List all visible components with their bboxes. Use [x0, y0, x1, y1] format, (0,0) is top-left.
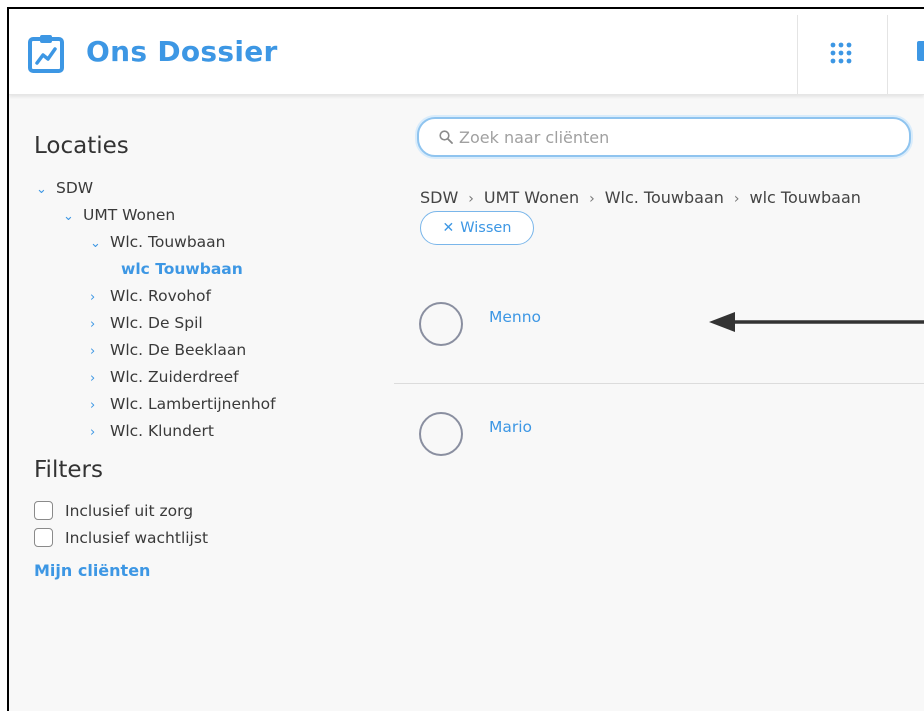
breadcrumb-separator-icon: › — [589, 191, 595, 207]
breadcrumb-separator-icon: › — [468, 191, 474, 207]
tree-item-label: Wlc. Rovohof — [110, 287, 211, 305]
client-name[interactable]: Menno — [489, 308, 541, 326]
chevron-right-icon: › — [90, 344, 96, 359]
tree-item-umt-wonen[interactable]: ⌄ UMT Wonen — [63, 206, 175, 224]
header-divider — [797, 15, 798, 94]
app-frame: Ons Dossier Locaties ⌄ SDW ⌄ UMT Wonen ⌄ Wl… — [7, 7, 924, 711]
chevron-down-icon: ⌄ — [36, 182, 47, 197]
header-divider — [887, 15, 888, 94]
close-icon: ✕ — [442, 220, 455, 236]
breadcrumb-item[interactable]: wlc Touwbaan — [750, 188, 861, 207]
search-icon — [439, 130, 453, 144]
locations-heading: Locaties — [34, 133, 129, 159]
search-input[interactable] — [457, 127, 901, 148]
chevron-right-icon: › — [90, 371, 96, 386]
avatar — [419, 302, 463, 346]
client-row[interactable]: Mario — [394, 389, 924, 489]
tree-item-label: SDW — [56, 179, 94, 197]
tree-item-label: Wlc. Touwbaan — [110, 233, 226, 251]
clear-button-label: Wissen — [460, 220, 512, 236]
tree-item-wlc-touwbaan[interactable]: wlc Touwbaan — [121, 260, 243, 278]
search-box[interactable] — [417, 117, 911, 157]
tree-item-label: wlc Touwbaan — [121, 260, 243, 278]
client-name[interactable]: Mario — [489, 418, 532, 436]
user-menu-icon[interactable] — [917, 41, 924, 61]
filter-inclusief-wachtlijst[interactable]: Inclusief wachtlijst — [34, 528, 208, 547]
chevron-down-icon: ⌄ — [63, 209, 74, 224]
tree-item-wlc-touwbaan-group[interactable]: ⌄ Wlc. Touwbaan — [90, 233, 226, 251]
checkbox-label: Inclusief uit zorg — [65, 502, 194, 520]
breadcrumb-item[interactable]: UMT Wonen — [484, 188, 579, 207]
breadcrumb-item[interactable]: SDW — [420, 188, 458, 207]
clear-filter-button[interactable]: ✕ Wissen — [420, 211, 534, 245]
tree-item-label: UMT Wonen — [83, 206, 176, 224]
checkbox-label: Inclusief wachtlijst — [65, 529, 209, 547]
chevron-right-icon: › — [90, 425, 96, 440]
breadcrumb-item[interactable]: Wlc. Touwbaan — [605, 188, 724, 207]
clipboard-chart-icon[interactable] — [27, 33, 65, 73]
checkbox[interactable] — [34, 501, 53, 520]
tree-item-lambertijnenhof[interactable]: › Wlc. Lambertijnenhof — [90, 395, 276, 413]
annotation-arrow-icon — [709, 312, 924, 332]
tree-item-de-spil[interactable]: › Wlc. De Spil — [90, 314, 203, 332]
checkbox[interactable] — [34, 528, 53, 547]
avatar — [419, 412, 463, 456]
breadcrumb: SDW › UMT Wonen › Wlc. Touwbaan › wlc Touwbaan — [420, 188, 861, 207]
chevron-right-icon: › — [90, 290, 96, 305]
my-clients-link[interactable]: Mijn cliënten — [34, 561, 150, 580]
app-title[interactable]: Ons Dossier — [86, 35, 278, 68]
tree-item-rovohof[interactable]: › Wlc. Rovohof — [90, 287, 211, 305]
tree-item-zuiderdreef[interactable]: › Wlc. Zuiderdreef — [90, 368, 239, 386]
grid-apps-icon[interactable] — [827, 39, 855, 67]
tree-item-label: Wlc. Lambertijnenhof — [110, 395, 276, 413]
tree-item-klundert[interactable]: › Wlc. Klundert — [90, 422, 214, 440]
tree-item-label: Wlc. Klundert — [110, 422, 214, 440]
tree-item-label: Wlc. De Beeklaan — [110, 341, 247, 359]
filters-heading: Filters — [34, 457, 103, 483]
tree-item-sdw[interactable]: ⌄ SDW — [36, 179, 93, 197]
breadcrumb-separator-icon: › — [733, 191, 740, 207]
app-header: Ons Dossier — [9, 9, 924, 95]
list-divider — [394, 383, 924, 384]
tree-item-de-beeklaan[interactable]: › Wlc. De Beeklaan — [90, 341, 246, 359]
filter-inclusief-uit-zorg[interactable]: Inclusief uit zorg — [34, 501, 193, 520]
tree-item-label: Wlc. De Spil — [110, 314, 203, 332]
chevron-down-icon: ⌄ — [90, 236, 101, 251]
chevron-right-icon: › — [90, 398, 96, 413]
chevron-right-icon: › — [90, 317, 96, 332]
tree-item-label: Wlc. Zuiderdreef — [110, 368, 239, 386]
